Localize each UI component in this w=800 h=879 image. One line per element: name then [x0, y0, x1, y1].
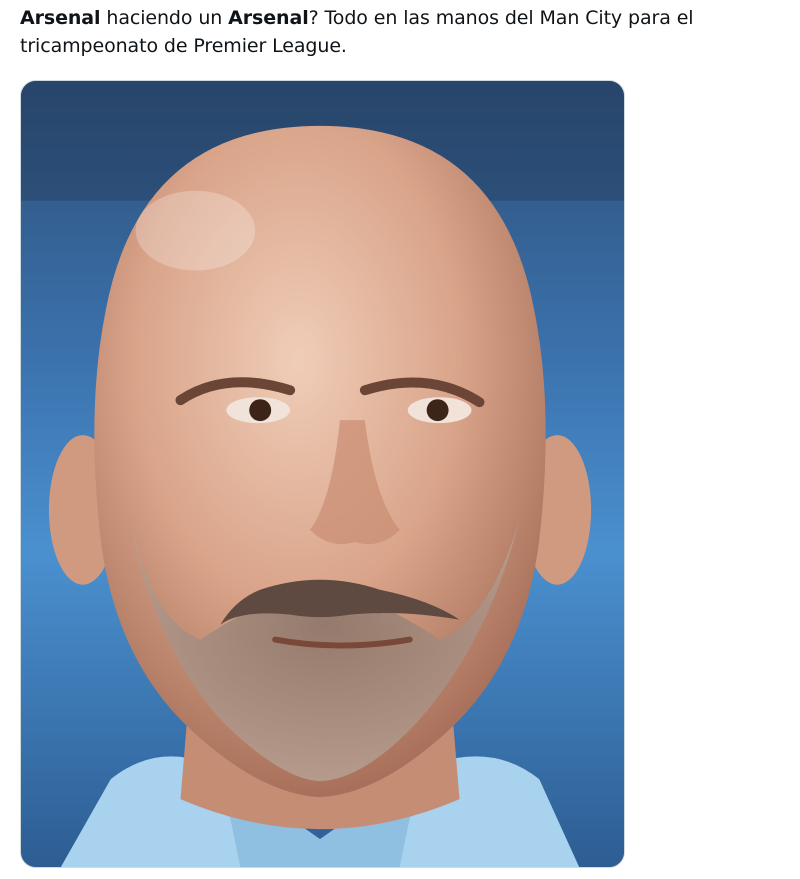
tweet-text-bold-1: Arsenal — [20, 7, 101, 29]
scalp-highlight — [135, 190, 256, 271]
right-iris — [426, 399, 449, 422]
portrait-image — [21, 81, 624, 867]
left-iris — [249, 399, 272, 422]
tweet-photo[interactable] — [20, 80, 625, 868]
tweet-text: Arsenal haciendo un Arsenal? Todo en las… — [20, 4, 790, 60]
tweet-text-bold-3: Arsenal — [228, 7, 309, 29]
tweet-card: Arsenal haciendo un Arsenal? Todo en las… — [0, 0, 800, 879]
tweet-text-part-2: haciendo un — [100, 7, 229, 29]
